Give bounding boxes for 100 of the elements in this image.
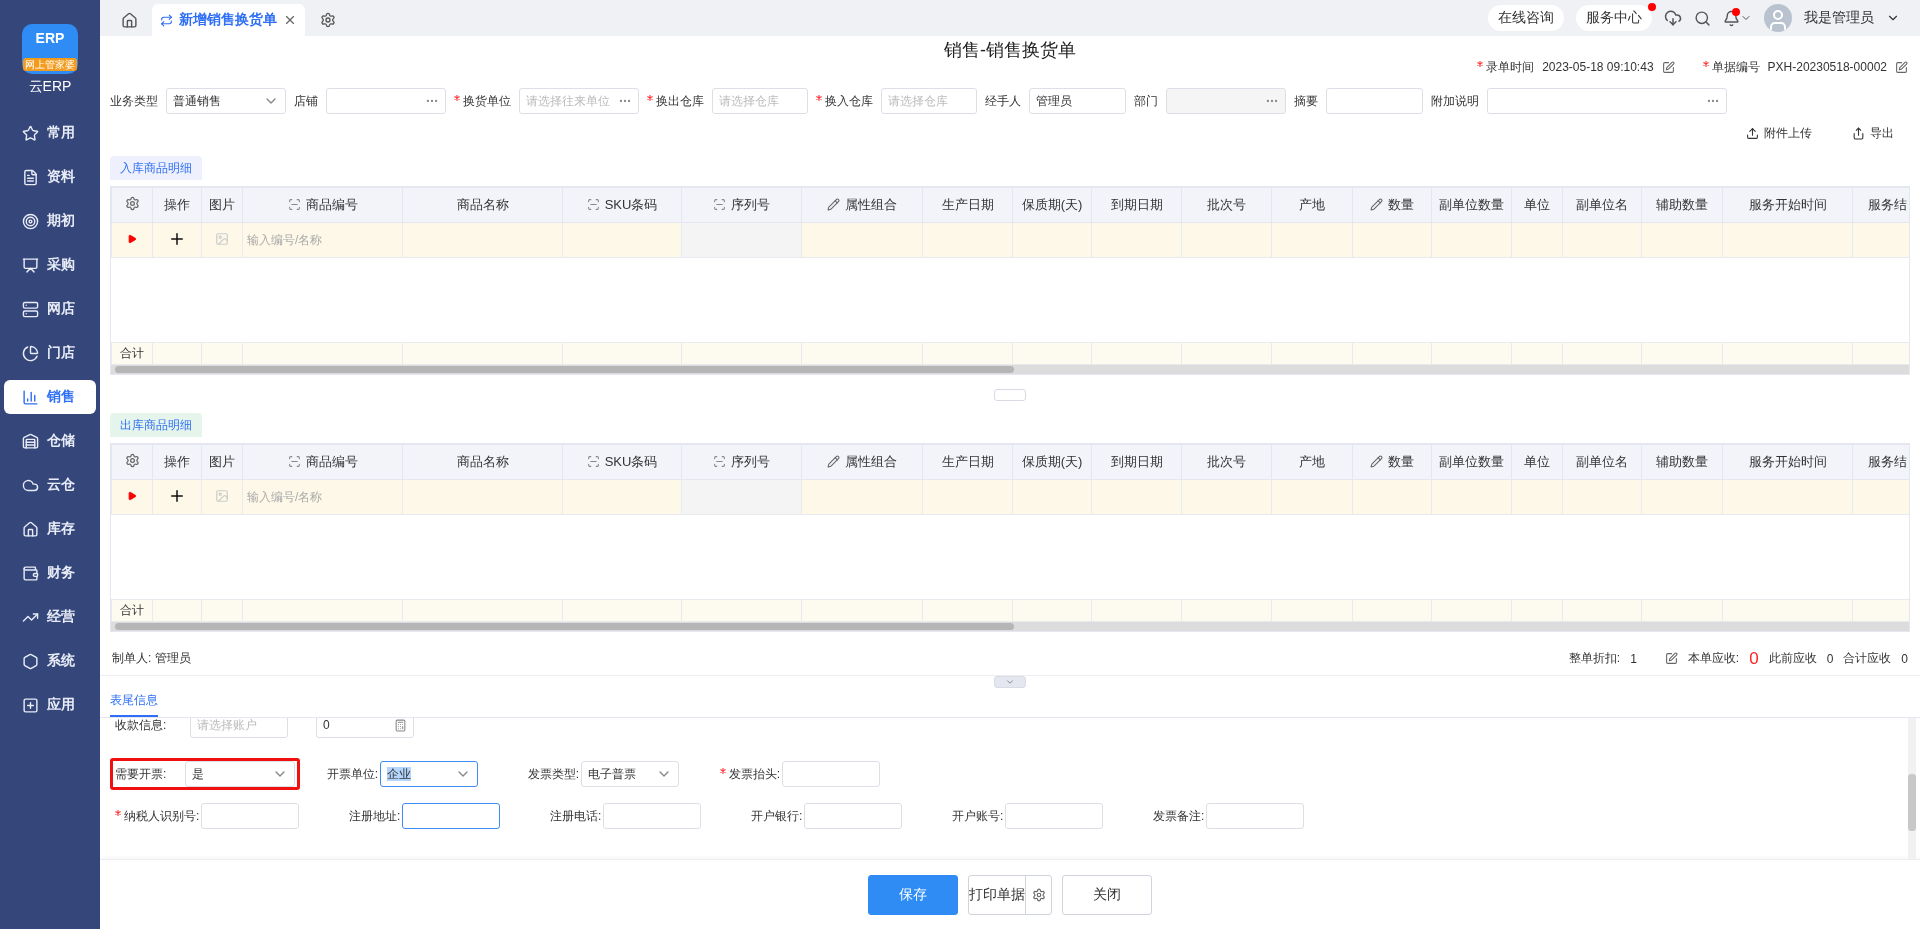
field-label: 业务类型	[110, 92, 158, 110]
app-name: 云ERP	[28, 78, 72, 96]
field-label: 换出仓库	[647, 92, 704, 110]
column-header: 产地	[1271, 187, 1353, 223]
column-header: 商品名称	[402, 444, 563, 480]
warehouse-icon	[22, 432, 39, 450]
settings-icon[interactable]	[124, 453, 140, 468]
horizontal-scrollbar[interactable]	[111, 622, 1909, 631]
input-field[interactable]	[402, 803, 501, 829]
user-name[interactable]: 我是管理员	[1804, 9, 1874, 27]
column-header: 副单位数量	[1431, 187, 1512, 223]
calculator-icon	[394, 718, 407, 732]
avatar[interactable]	[1764, 4, 1792, 32]
vertical-scrollbar[interactable]	[1908, 718, 1916, 859]
nav-item[interactable]: 云仓	[4, 468, 96, 502]
field-label: 附加说明	[1431, 92, 1479, 110]
summary-value: 0	[1749, 648, 1759, 669]
plus-square-icon	[22, 696, 39, 714]
field-label: 换入仓库	[816, 92, 873, 110]
nav-item[interactable]: 资料	[4, 160, 96, 194]
print-button[interactable]: 打印单据	[968, 874, 1052, 915]
close-button[interactable]: 关闭	[1062, 874, 1152, 915]
select-field[interactable]: 电子普票	[581, 761, 679, 787]
nav-item[interactable]: 网店	[4, 292, 96, 326]
wallet-icon	[22, 564, 39, 582]
collapse-handle[interactable]	[994, 676, 1026, 688]
tail-tab[interactable]: 表尾信息	[110, 688, 158, 717]
field-label: 发票备注:	[1152, 807, 1206, 825]
edit-icon[interactable]	[1895, 60, 1908, 74]
field-label: 注册电话:	[549, 807, 603, 825]
nav-item[interactable]: 财务	[4, 556, 96, 590]
column-header: 服务结	[1852, 444, 1909, 480]
column-header: 辅助数量	[1641, 187, 1723, 223]
close-icon[interactable]	[283, 13, 297, 27]
bell-icon[interactable]	[1723, 9, 1752, 27]
field-label: 部门	[1134, 92, 1158, 110]
column-header: 到期日期	[1091, 444, 1182, 480]
download-icon[interactable]	[1664, 9, 1682, 27]
select-field[interactable]: 企业	[380, 761, 478, 787]
upload-link[interactable]: 附件上传	[1746, 124, 1812, 142]
nav-item[interactable]: 销售	[4, 380, 96, 414]
horizontal-scrollbar[interactable]	[111, 365, 1909, 374]
document-icon	[22, 168, 39, 186]
column-header: SKU条码	[562, 187, 682, 223]
board-icon	[22, 256, 39, 274]
target-icon	[22, 212, 39, 230]
page-title: 销售-销售换货单	[943, 39, 1077, 62]
row-pointer-icon	[127, 234, 137, 244]
edit-icon[interactable]	[1664, 652, 1678, 665]
field-label: 换货单位	[454, 92, 511, 110]
column-header: 图片	[201, 187, 243, 223]
column-header: 商品编号	[242, 187, 403, 223]
field-label: 收款信息:	[115, 718, 168, 734]
section-tab[interactable]: 入库商品明细	[110, 156, 202, 180]
input-field[interactable]: 0	[316, 718, 414, 738]
select-field[interactable]: 是	[185, 761, 295, 787]
section-tab[interactable]: 出库商品明细	[110, 413, 202, 437]
app-logo: ERP 网上管家婆	[22, 24, 78, 74]
nav-item[interactable]: 期初	[4, 204, 96, 238]
input-field[interactable]: 管理员	[1029, 88, 1126, 114]
column-header: 产地	[1271, 444, 1353, 480]
column-header: 商品编号	[242, 444, 403, 480]
column-header: 辅助数量	[1641, 444, 1723, 480]
nav-item[interactable]: 仓储	[4, 424, 96, 458]
summary-value: 1	[1630, 651, 1637, 666]
column-header: 生产日期	[922, 187, 1013, 223]
settings-icon[interactable]	[124, 196, 140, 211]
column-header: 保质期(天)	[1012, 187, 1092, 223]
summary-label: 本单应收:	[1687, 650, 1740, 667]
table-cell: 合计	[111, 342, 153, 365]
nav-item[interactable]: 库存	[4, 512, 96, 546]
maker-text: 制单人: 管理员	[112, 650, 191, 667]
exchange-icon	[160, 13, 173, 27]
column-header: 属性组合	[801, 444, 923, 480]
export-link[interactable]: 导出	[1852, 124, 1894, 142]
server-icon	[22, 300, 39, 318]
house-icon	[22, 520, 39, 538]
column-header: 副单位数量	[1431, 444, 1512, 480]
star-icon	[22, 124, 39, 142]
edit-icon[interactable]	[1661, 60, 1675, 74]
nav-item[interactable]: 经营	[4, 600, 96, 634]
column-header: 到期日期	[1091, 187, 1182, 223]
search-icon[interactable]	[1694, 9, 1711, 27]
nav-item[interactable]: 系统	[4, 644, 96, 678]
header-link[interactable]: 在线咨询	[1488, 5, 1564, 31]
column-header: 批次号	[1181, 444, 1272, 480]
pie-chart-icon	[22, 344, 39, 362]
nav-item[interactable]: 采购	[4, 248, 96, 282]
column-header: 批次号	[1181, 187, 1272, 223]
hexagon-icon	[22, 652, 39, 670]
nav-item[interactable]: 门店	[4, 336, 96, 370]
meta-value: 2023-05-18 09:10:43	[1542, 60, 1654, 74]
nav-item[interactable]: 应用	[4, 688, 96, 722]
column-header: 数量	[1352, 187, 1432, 223]
nav-item[interactable]: 常用	[4, 116, 96, 150]
page-tab[interactable]: 新增销售换货单	[152, 4, 305, 36]
select-field[interactable]: 普通销售	[166, 88, 286, 114]
image-icon	[215, 488, 229, 503]
pencil-icon	[1370, 198, 1383, 212]
resize-handle[interactable]	[994, 389, 1026, 401]
